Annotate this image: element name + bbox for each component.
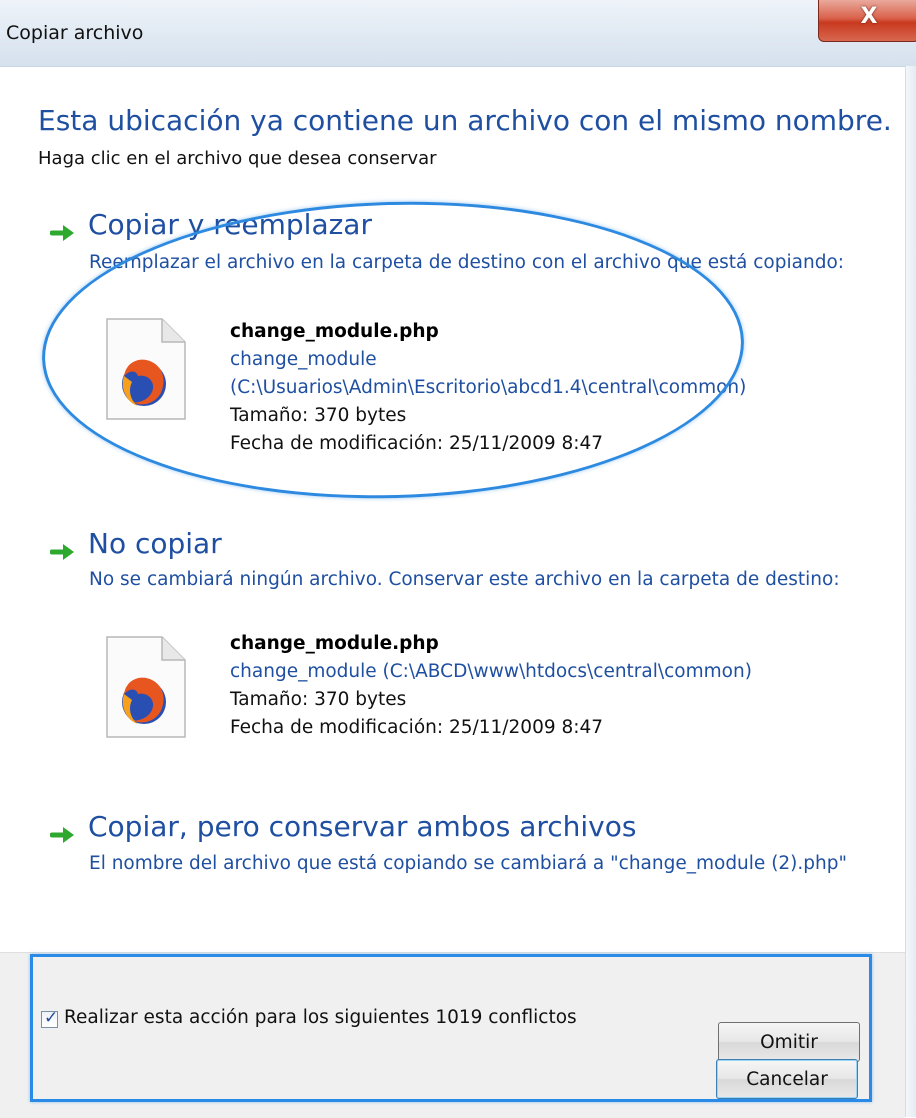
option-description: No se cambiará ningún archivo. Conservar…: [89, 569, 840, 590]
option-description: El nombre del archivo que está copiando …: [89, 853, 847, 874]
file-size: Tamaño: 370 bytes: [230, 689, 407, 710]
option-title: No copiar: [88, 527, 222, 560]
file-name: change_module.php: [230, 633, 439, 654]
green-arrow-icon: [50, 225, 74, 241]
file-info-destination: change_module.php change_module (C:\ABCD…: [230, 630, 752, 742]
option-title: Copiar, pero conservar ambos archivos: [88, 810, 637, 843]
dialog-heading: Esta ubicación ya contiene un archivo co…: [38, 104, 892, 137]
file-size: Tamaño: 370 bytes: [230, 405, 407, 426]
checkmark-icon: ✓: [44, 1008, 59, 1028]
firefox-file-icon: [106, 636, 186, 738]
apply-to-all-checkbox[interactable]: ✓: [41, 1008, 59, 1028]
file-name: change_module.php: [230, 321, 439, 342]
dialog-instruction: Haga clic en el archivo que desea conser…: [38, 148, 437, 169]
green-arrow-icon: [50, 544, 74, 560]
option-description: Reemplazar el archivo en la carpeta de d…: [89, 252, 844, 273]
close-button[interactable]: X: [818, 0, 916, 42]
file-path: change_module (C:\ABCD\www\htdocs\centra…: [230, 661, 752, 682]
title-bar: Copiar archivo: [0, 0, 916, 67]
file-modified: Fecha de modificación: 25/11/2009 8:47: [230, 717, 604, 738]
cancel-button[interactable]: Cancelar: [716, 1059, 858, 1099]
window-title: Copiar archivo: [6, 22, 144, 44]
file-path-folder: (C:\Usuarios\Admin\Escritorio\abcd1.4\ce…: [230, 377, 747, 398]
apply-to-all-label[interactable]: Realizar esta acción para los siguientes…: [64, 1007, 577, 1028]
window-right-edge: [905, 66, 916, 1117]
file-info-source: change_module.php change_module (C:\Usua…: [230, 318, 746, 458]
option-title: Copiar y reemplazar: [88, 208, 372, 241]
green-arrow-icon: [50, 827, 74, 843]
skip-button[interactable]: Omitir: [718, 1022, 860, 1062]
firefox-file-icon: [106, 318, 186, 420]
close-icon: X: [860, 4, 878, 29]
file-modified: Fecha de modificación: 25/11/2009 8:47: [230, 433, 604, 454]
file-path: change_module: [230, 349, 377, 370]
